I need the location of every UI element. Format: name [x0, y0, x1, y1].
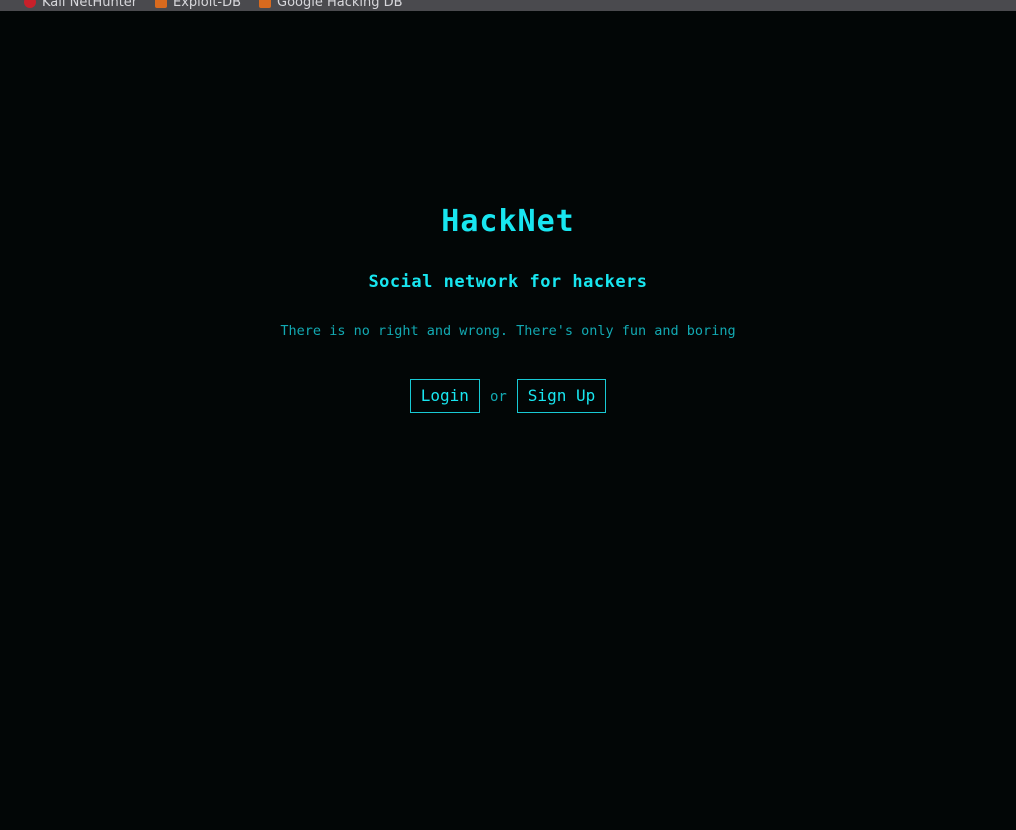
- bookmark-exploit-db[interactable]: Exploit-DB: [155, 0, 241, 10]
- bookmark-label: Kali NetHunter: [42, 0, 138, 10]
- ghdb-icon: [259, 0, 271, 8]
- kali-dragon-icon: [24, 0, 36, 8]
- bookmark-label: Exploit-DB: [173, 0, 242, 10]
- page-tagline: There is no right and wrong. There's onl…: [280, 323, 736, 339]
- auth-actions: Login or Sign Up: [0, 379, 1016, 413]
- bookmark-kali-nethunter[interactable]: Kali NetHunter: [24, 0, 137, 10]
- bookmarks-toolbar: Kali NetHunter Exploit-DB Google Hacking…: [0, 0, 1016, 11]
- page-title: HackNet: [441, 204, 575, 239]
- or-separator: or: [489, 389, 507, 405]
- bookmark-google-hacking-db[interactable]: Google Hacking DB: [259, 0, 403, 10]
- exploit-db-icon: [155, 0, 167, 8]
- signup-button[interactable]: Sign Up: [516, 379, 607, 413]
- page-content: HackNet Social network for hackers There…: [0, 11, 1016, 830]
- page-subtitle: Social network for hackers: [368, 272, 648, 292]
- bookmark-label: Google Hacking DB: [277, 0, 403, 10]
- login-button[interactable]: Login: [409, 379, 480, 413]
